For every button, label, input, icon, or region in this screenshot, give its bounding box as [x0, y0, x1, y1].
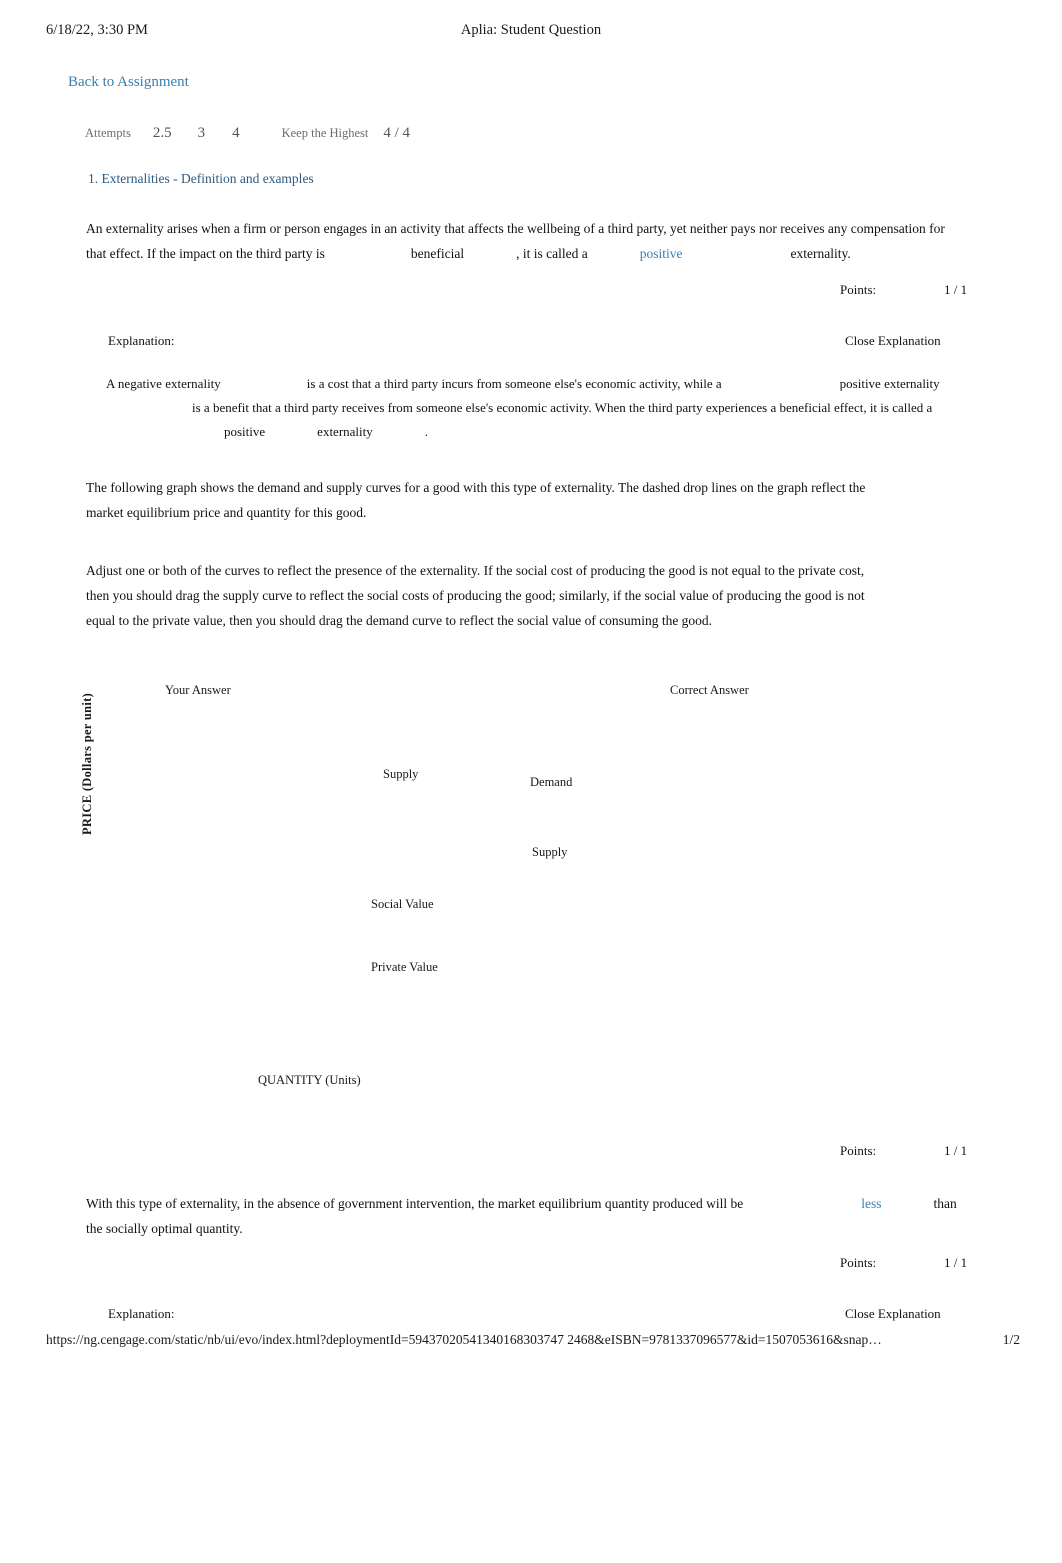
print-header-title: Aplia: Student Question [460, 22, 602, 38]
final-question-text-1: With this type of externality, in the ab… [86, 1196, 744, 1211]
correct-answer-label: Correct Answer [670, 683, 749, 697]
graph-instructions-paragraph: Adjust one or both of the curves to refl… [86, 563, 865, 628]
back-to-assignment-link[interactable]: Back to Assignment [68, 74, 189, 91]
your-answer-label: Your Answer [165, 683, 231, 697]
attempts-label: Attempts [85, 126, 131, 140]
points-value: 1 / 1 [944, 1143, 968, 1158]
attempts-value-2: 3 [197, 125, 206, 141]
explanation-text-4: . [424, 424, 429, 439]
explanation-text-1: is a cost that a third party incurs from… [306, 376, 722, 391]
print-footer-url: https://ng.cengage.com/static/nb/ui/evo/… [46, 1332, 882, 1347]
prompt-text-part3: externality. [790, 246, 851, 261]
answer-blank-beneficial[interactable]: beneficial [411, 246, 464, 261]
points-label: Points: [840, 1255, 877, 1270]
graph-intro-paragraph: The following graph shows the demand and… [86, 480, 866, 520]
close-explanation-button-2[interactable]: Close Explanation [845, 1306, 941, 1322]
points-value: 1 / 1 [944, 1255, 968, 1270]
attempts-value-3: 4 [232, 125, 240, 141]
attempts-bar: Attempts 2.5 3 4 Keep the Highest 4 / 4 [85, 125, 410, 142]
curve-label-demand-your-answer[interactable]: Demand [530, 775, 572, 790]
explanation-text-3: externality [317, 424, 373, 439]
curve-label-supply-your-answer[interactable]: Supply [383, 767, 418, 782]
answer-blank-less[interactable]: less [861, 1196, 881, 1211]
print-footer: https://ng.cengage.com/static/nb/ui/evo/… [0, 1332, 1062, 1354]
explanation-term-positive-externality: positive externality [839, 376, 940, 391]
answer-blank-positive[interactable]: positive [640, 246, 683, 261]
explanation-term-negative-externality: negative externality [117, 376, 221, 391]
graph-y-axis-label: PRICE (Dollars per unit) [80, 692, 94, 835]
print-footer-page-number: 1/2 [1002, 1332, 1020, 1347]
explanation-heading: Explanation: [108, 333, 175, 348]
final-question-paragraph: With this type of externality, in the ab… [86, 1191, 966, 1241]
points-value: 1 / 1 [944, 282, 968, 297]
supply-demand-graph[interactable]: Your Answer Correct Answer PRICE (Dollar… [80, 665, 986, 1105]
explanation-lead: A [106, 376, 115, 391]
question-title: 1. Externalities - Definition and exampl… [88, 171, 314, 186]
prompt-text-part2: , it is called a [516, 246, 588, 261]
printed-page: 6/18/22, 3:30 PM Aplia: Student Question… [0, 0, 1062, 1563]
attempts-value-1: 2.5 [152, 125, 172, 141]
close-explanation-button-1[interactable]: Close Explanation [845, 333, 941, 349]
curve-label-social-value[interactable]: Social Value [371, 897, 434, 912]
explanation-text-2: is a benefit that a third party receives… [192, 400, 933, 415]
explanation-term-positive: positive [224, 424, 266, 439]
explanation-body-1: A negative externality is a cost that a t… [106, 372, 986, 444]
graph-x-axis-label: QUANTITY (Units) [258, 1073, 361, 1087]
keep-highest-value: 4 / 4 [383, 125, 411, 141]
points-label: Points: [840, 282, 877, 297]
keep-highest-label: Keep the Highest [281, 126, 369, 140]
question-prompt: An externality arises when a firm or per… [86, 216, 966, 266]
points-label: Points: [840, 1143, 877, 1158]
curve-label-supply-correct-answer[interactable]: Supply [532, 845, 567, 860]
explanation-heading: Explanation: [108, 1306, 175, 1321]
curve-label-private-value[interactable]: Private Value [371, 960, 438, 975]
print-header: 6/18/22, 3:30 PM Aplia: Student Question [0, 22, 1062, 44]
